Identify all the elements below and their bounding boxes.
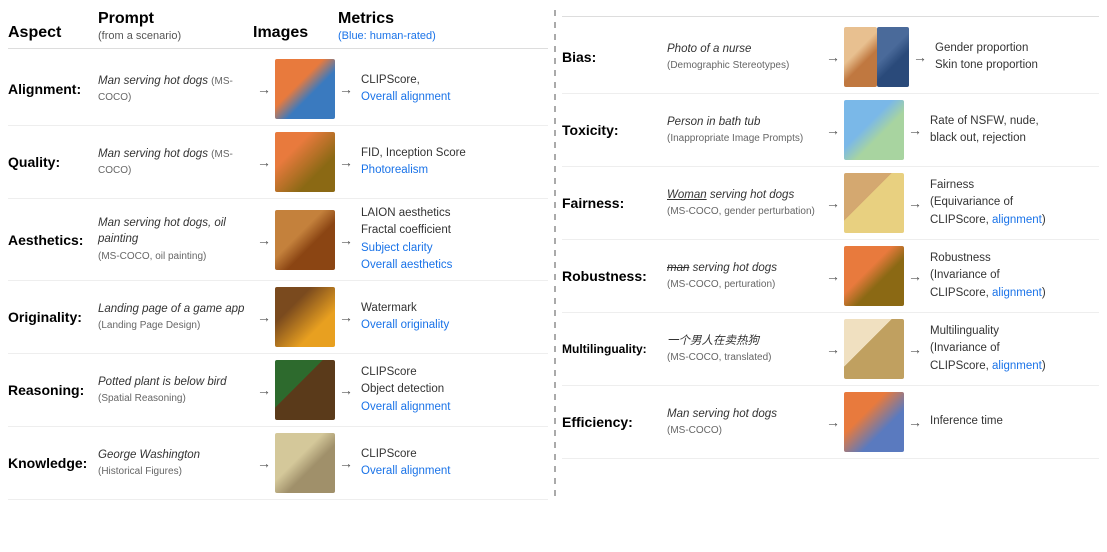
- bias-prompt: Photo of a nurse(Demographic Stereotypes…: [667, 41, 822, 73]
- toxicity-image: [844, 100, 904, 160]
- efficiency-aspect: Efficiency:: [562, 414, 667, 430]
- reasoning-prompt: Potted plant is below bird(Spatial Reaso…: [98, 374, 253, 406]
- robustness-prompt: man serving hot dogs(MS-COCO, perturatio…: [667, 260, 822, 292]
- aspect-header: Aspect: [8, 24, 61, 41]
- robustness-arrow2: →: [908, 268, 922, 284]
- multilinguality-metrics: Multilinguality(Invariance ofCLIPScore, …: [926, 323, 1099, 375]
- bias-row: Bias: Photo of a nurse(Demographic Stere…: [562, 21, 1099, 94]
- originality-arrow: →: [257, 309, 271, 325]
- robustness-row: Robustness: man serving hot dogs(MS-COCO…: [562, 240, 1099, 313]
- alignment-aspect: Alignment:: [8, 81, 98, 97]
- originality-row: Originality: Landing page of a game app(…: [8, 281, 548, 354]
- robustness-arrow: →: [826, 268, 840, 284]
- bias-metrics: Gender proportionSkin tone proportion: [931, 40, 1099, 75]
- fairness-prompt: Woman serving hot dogs(MS-COCO, gender p…: [667, 187, 822, 219]
- originality-arrow2: →: [339, 309, 353, 325]
- robustness-aspect: Robustness:: [562, 268, 667, 284]
- bias-image: [844, 27, 909, 87]
- efficiency-row: Efficiency: Man serving hot dogs(MS-COCO…: [562, 386, 1099, 459]
- knowledge-aspect: Knowledge:: [8, 455, 98, 471]
- quality-prompt: Man serving hot dogs (MS-COCO): [98, 146, 253, 178]
- efficiency-arrow: →: [826, 414, 840, 430]
- toxicity-metrics: Rate of NSFW, nude,black out, rejection: [926, 113, 1099, 148]
- quality-metrics: FID, Inception ScorePhotorealism: [357, 145, 548, 180]
- bias-aspect: Bias:: [562, 49, 667, 65]
- metrics-sub: (Blue: human-rated): [338, 30, 436, 42]
- reasoning-metrics: CLIPScoreObject detectionOverall alignme…: [357, 364, 548, 416]
- right-panel: Bias: Photo of a nurse(Demographic Stere…: [562, 10, 1099, 500]
- aesthetics-metrics: LAION aestheticsFractal coefficient Subj…: [357, 205, 548, 274]
- toxicity-prompt: Person in bath tub(Inappropriate Image P…: [667, 114, 822, 146]
- fairness-aspect: Fairness:: [562, 195, 667, 211]
- metrics-header: Metrics: [338, 10, 394, 27]
- efficiency-arrow2: →: [908, 414, 922, 430]
- aesthetics-aspect: Aesthetics:: [8, 232, 98, 248]
- alignment-metrics: CLIPScore,Overall alignment: [357, 72, 548, 107]
- originality-prompt: Landing page of a game app(Landing Page …: [98, 301, 253, 333]
- multilinguality-aspect: Multilinguality:: [562, 342, 667, 356]
- quality-image: [275, 132, 335, 192]
- knowledge-prompt: George Washington(Historical Figures): [98, 447, 253, 479]
- quality-row: Quality: Man serving hot dogs (MS-COCO) …: [8, 126, 548, 199]
- quality-arrow2: →: [339, 154, 353, 170]
- left-header: Aspect Prompt (from a scenario) Images M…: [8, 10, 548, 49]
- alignment-row: Alignment: Man serving hot dogs (MS-COCO…: [8, 53, 548, 126]
- robustness-metrics: Robustness(Invariance ofCLIPScore, align…: [926, 250, 1099, 302]
- panel-divider: [554, 10, 556, 500]
- prompt-sub: (from a scenario): [98, 30, 181, 42]
- originality-aspect: Originality:: [8, 309, 98, 325]
- bias-arrow: →: [826, 49, 840, 65]
- multilinguality-row: Multilinguality: 一个男人在卖热狗(MS-COCO, trans…: [562, 313, 1099, 386]
- knowledge-row: Knowledge: George Washington(Historical …: [8, 427, 548, 500]
- quality-arrow: →: [257, 154, 271, 170]
- prompt-header: Prompt: [98, 10, 154, 27]
- knowledge-arrow: →: [257, 455, 271, 471]
- alignment-arrow2: →: [339, 81, 353, 97]
- multilinguality-prompt: 一个男人在卖热狗(MS-COCO, translated): [667, 333, 822, 365]
- toxicity-row: Toxicity: Person in bath tub(Inappropria…: [562, 94, 1099, 167]
- originality-image: [275, 287, 335, 347]
- reasoning-arrow2: →: [339, 382, 353, 398]
- alignment-arrow: →: [257, 81, 271, 97]
- efficiency-metrics: Inference time: [926, 413, 1099, 430]
- aesthetics-arrow: →: [257, 232, 271, 248]
- toxicity-arrow2: →: [908, 122, 922, 138]
- images-header: Images: [253, 24, 308, 41]
- toxicity-aspect: Toxicity:: [562, 122, 667, 138]
- knowledge-metrics: CLIPScoreOverall alignment: [357, 446, 548, 481]
- toxicity-arrow: →: [826, 122, 840, 138]
- alignment-image: [275, 59, 335, 119]
- fairness-arrow: →: [826, 195, 840, 211]
- reasoning-aspect: Reasoning:: [8, 382, 98, 398]
- main-container: Aspect Prompt (from a scenario) Images M…: [0, 0, 1107, 510]
- fairness-arrow2: →: [908, 195, 922, 211]
- aesthetics-arrow2: →: [339, 232, 353, 248]
- robustness-image: [844, 246, 904, 306]
- knowledge-arrow2: →: [339, 455, 353, 471]
- left-panel: Aspect Prompt (from a scenario) Images M…: [8, 10, 548, 500]
- bias-arrow2: →: [913, 49, 927, 65]
- knowledge-image: [275, 433, 335, 493]
- reasoning-image: [275, 360, 335, 420]
- fairness-metrics: Fairness(Equivariance ofCLIPScore, align…: [926, 177, 1099, 229]
- aesthetics-row: Aesthetics: Man serving hot dogs, oil pa…: [8, 199, 548, 281]
- aesthetics-image: [275, 210, 335, 270]
- reasoning-row: Reasoning: Potted plant is below bird(Sp…: [8, 354, 548, 427]
- multilinguality-image: [844, 319, 904, 379]
- aesthetics-prompt: Man serving hot dogs, oil painting(MS-CO…: [98, 215, 253, 263]
- reasoning-arrow: →: [257, 382, 271, 398]
- multilinguality-arrow2: →: [908, 341, 922, 357]
- alignment-prompt: Man serving hot dogs (MS-COCO): [98, 73, 253, 105]
- efficiency-image: [844, 392, 904, 452]
- efficiency-prompt: Man serving hot dogs(MS-COCO): [667, 406, 822, 438]
- fairness-row: Fairness: Woman serving hot dogs(MS-COCO…: [562, 167, 1099, 240]
- right-header: [562, 10, 1099, 17]
- originality-metrics: WatermarkOverall originality: [357, 300, 548, 335]
- quality-aspect: Quality:: [8, 154, 98, 170]
- multilinguality-arrow: →: [826, 341, 840, 357]
- fairness-image: [844, 173, 904, 233]
